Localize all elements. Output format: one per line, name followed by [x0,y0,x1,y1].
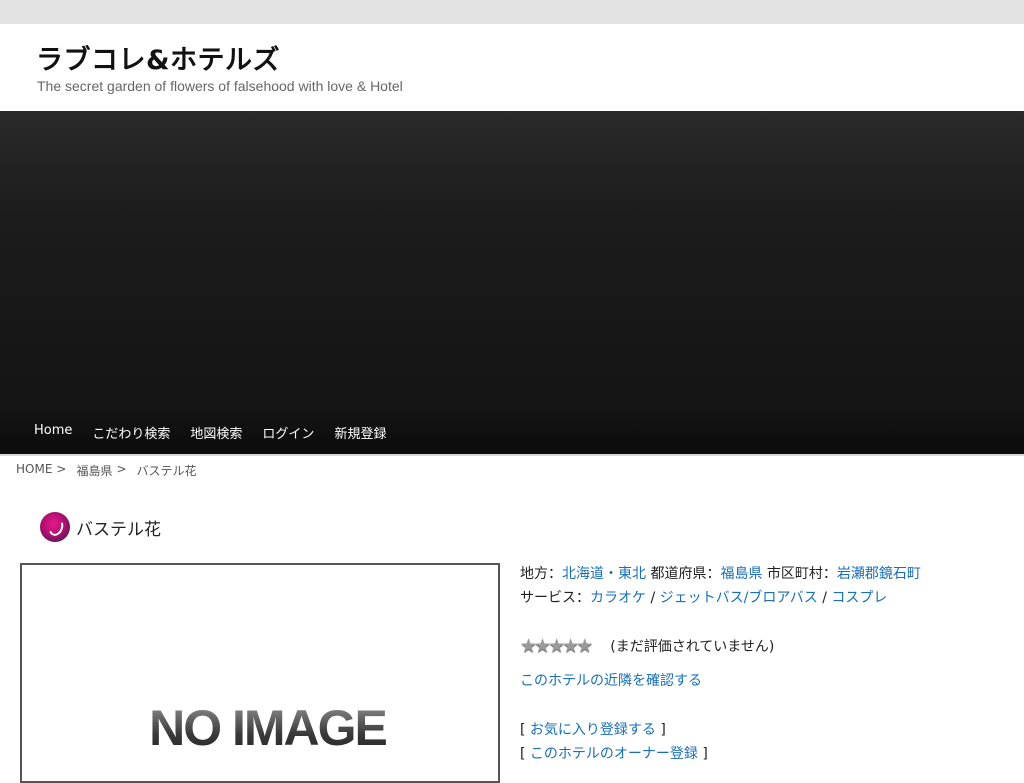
city-link[interactable]: 岩瀬郡鏡石町 [837,566,921,582]
owner-register-link[interactable]: このホテルのオーナー登録 [530,746,698,762]
nav-item-map-search[interactable]: 地図検索 [180,423,252,442]
service-link-cosplay[interactable]: コスプレ [831,590,887,606]
hotel-name: バステル花 [76,519,161,540]
rating-row: ★ ★ ★ ★ ★ (まだ評価されていません) [520,636,774,656]
breadcrumb-separator: > [116,462,127,476]
city-label: 市区町村： [766,566,837,582]
nav-item-detail-search[interactable]: こだわり検索 [82,423,180,442]
site-header: ラブコレ&ホテルズ The secret garden of flowers o… [0,24,1024,111]
star-icon[interactable]: ★ [576,637,593,656]
breadcrumb-prefecture[interactable]: 福島県 [76,462,112,479]
services-row: サービス：カラオケ / ジェットバス/ブロアバス / コスプレ [520,588,921,612]
breadcrumb-current: バステル花 [136,464,197,478]
service-link-karaoke[interactable]: カラオケ [590,590,646,606]
owner-row: [ このホテルのオーナー登録 ] [520,746,708,762]
no-image-placeholder: NO IMAGE [130,699,405,757]
region-label: 地方： [520,566,562,582]
breadcrumb: HOME > 福島県 > バステル花 [16,462,201,479]
service-separator: / [650,590,656,606]
rating-status: (まだ評価されていません) [610,639,775,655]
top-bar [0,0,1024,24]
location-row: 地方：北海道・東北 都道府県：福島県 市区町村：岩瀬郡鏡石町 [520,564,921,588]
breadcrumb-separator: > [56,462,67,476]
services-label: サービス： [520,590,590,606]
prefecture-link[interactable]: 福島県 [720,566,762,582]
nav-item-home[interactable]: Home [24,423,82,442]
hotel-photo: NO IMAGE [20,563,500,783]
hotel-heading: バステル花 [40,512,161,542]
site-title[interactable]: ラブコレ&ホテルズ [36,38,280,77]
favorite-row: [ お気に入り登録する ] [520,722,666,738]
main-nav: Home こだわり検索 地図検索 ログイン 新規登録 [0,411,1024,454]
nav-divider [0,454,1024,456]
nav-item-register[interactable]: 新規登録 [324,423,396,442]
hotel-logo-icon [40,512,70,542]
region-link[interactable]: 北海道・東北 [562,566,646,582]
nearby-hotels-link[interactable]: このホテルの近隣を確認する [520,670,702,690]
site-description: The secret garden of flowers of falsehoo… [37,78,403,94]
rating-stars[interactable]: ★ ★ ★ ★ ★ [520,637,593,656]
nav-item-login[interactable]: ログイン [252,423,324,442]
prefecture-label: 都道府県： [650,566,721,582]
service-separator: / [822,590,827,606]
breadcrumb-home[interactable]: HOME [16,462,52,479]
hotel-info: 地方：北海道・東北 都道府県：福島県 市区町村：岩瀬郡鏡石町 サービス：カラオケ… [520,564,921,612]
add-favorite-link[interactable]: お気に入り登録する [530,722,656,738]
service-link-jetbath[interactable]: ジェットバス/ブロアバス [660,590,818,606]
hero-banner [0,111,1024,454]
